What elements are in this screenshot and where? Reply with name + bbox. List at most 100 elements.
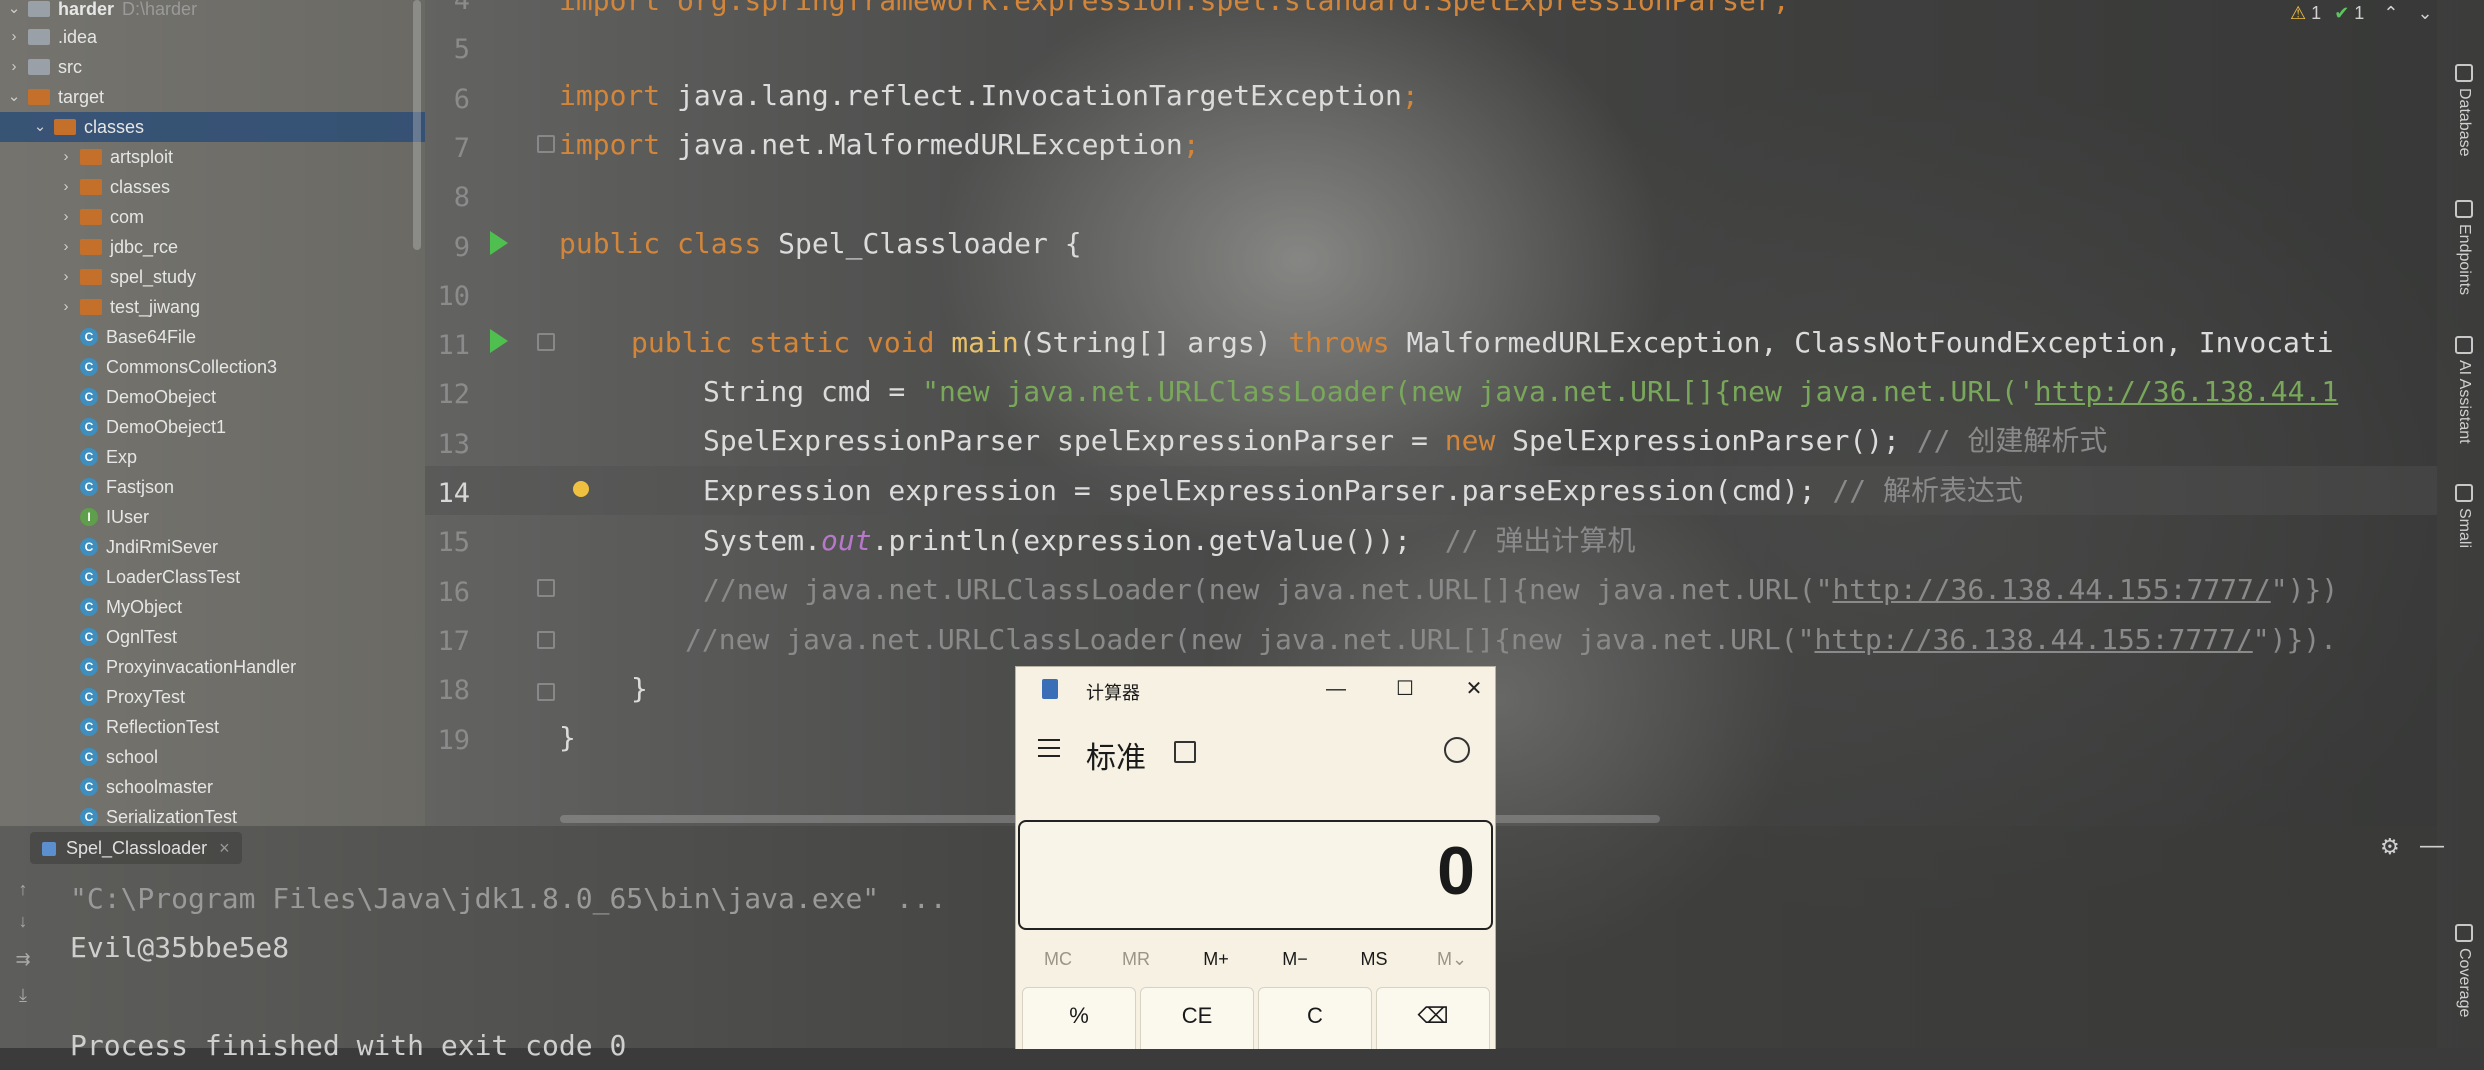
tree-item-label: ProxyTest <box>106 687 186 707</box>
tree-item[interactable]: Cschoolmaster <box>58 772 213 802</box>
inspection-status[interactable]: ⚠ 1 ✔ 1 ⌃ ⌄ <box>2290 0 2433 26</box>
line-number: 17 <box>437 625 470 657</box>
clear-button[interactable]: C <box>1258 987 1372 1049</box>
url-link[interactable]: http://36.138.44.155:7777/ <box>1814 623 2252 656</box>
tree-item[interactable]: › artsploit <box>58 142 174 172</box>
tree-item[interactable]: › classes <box>58 172 171 202</box>
tree-item[interactable]: ⌄ classes <box>0 112 425 142</box>
soft-wrap-icon[interactable]: ⇉ <box>14 950 32 968</box>
tree-item[interactable]: C DemoObeject1 <box>58 412 226 442</box>
comment: // 弹出计算机 <box>1411 524 1636 557</box>
chevron-down-icon[interactable]: ⌄ <box>6 82 22 112</box>
console-output[interactable]: "C:\Program Files\Java\jdk1.8.0_65\bin\j… <box>70 874 947 1070</box>
gear-icon[interactable]: ⚙ <box>2380 834 2400 860</box>
url-link[interactable]: http://36.138.44.1 <box>2035 375 2338 408</box>
tool-endpoints[interactable]: Endpoints <box>2455 200 2473 295</box>
tree-item[interactable]: C LoaderClassTest <box>58 562 240 592</box>
close-icon[interactable]: × <box>219 838 230 858</box>
tree-item[interactable]: C JndiRmiSever <box>58 532 218 562</box>
chevron-down-icon[interactable]: ⌄ <box>32 112 48 142</box>
memory-recall-button[interactable]: MR <box>1106 949 1166 970</box>
minimize-button[interactable]: — <box>1321 675 1351 703</box>
chevron-up-icon[interactable]: ⌃ <box>2383 3 2398 23</box>
close-button[interactable]: ✕ <box>1459 675 1489 703</box>
run-class-icon[interactable] <box>490 231 508 255</box>
keyword: throws <box>1288 326 1390 359</box>
memory-clear-button[interactable]: MC <box>1028 949 1088 970</box>
maximize-button[interactable]: ☐ <box>1390 675 1420 703</box>
lightbulb-icon[interactable] <box>573 481 589 497</box>
memory-add-button[interactable]: M+ <box>1186 949 1246 970</box>
tree-item[interactable]: C MyObject <box>58 592 182 622</box>
chevron-right-icon[interactable]: › <box>6 52 22 82</box>
chevron-down-icon[interactable]: ⌄ <box>2417 3 2432 23</box>
tool-database[interactable]: Database <box>2455 64 2473 157</box>
run-tab[interactable]: Spel_Classloader × <box>30 832 242 864</box>
line-number: 13 <box>437 428 470 460</box>
tree-item[interactable]: › src <box>6 52 83 82</box>
tree-item[interactable]: C ProxyinvacationHandler <box>58 652 296 682</box>
folder-icon <box>80 239 102 255</box>
tree-item-label: schoolmaster <box>106 777 214 797</box>
code-text: (String[] args) <box>1018 326 1289 359</box>
clear-entry-button[interactable]: CE <box>1140 987 1254 1049</box>
chevron-right-icon[interactable]: › <box>6 22 22 52</box>
fold-icon[interactable] <box>537 135 555 153</box>
tree-item[interactable]: › jdbc_rce <box>58 232 179 262</box>
run-main-icon[interactable] <box>490 329 508 353</box>
memory-list-button[interactable]: M⌄ <box>1422 949 1482 970</box>
chevron-right-icon[interactable]: › <box>58 262 74 292</box>
tree-scrollbar[interactable] <box>413 0 421 250</box>
tool-smali[interactable]: Smali <box>2455 484 2473 548</box>
tool-coverage[interactable]: Coverage <box>2455 924 2473 1017</box>
tree-item-label: ReflectionTest <box>106 717 220 737</box>
tree-item[interactable]: I IUser <box>58 502 149 532</box>
tool-ai-assistant[interactable]: AI Assistant <box>2455 336 2473 444</box>
tree-item[interactable]: C ProxyTest <box>58 682 185 712</box>
menu-icon[interactable] <box>1038 739 1060 763</box>
tree-root[interactable]: ⌄ harder D:\harder <box>6 0 197 24</box>
chevron-right-icon[interactable]: › <box>58 172 74 202</box>
fold-icon[interactable] <box>537 631 555 649</box>
memory-store-button[interactable]: MS <box>1344 949 1404 970</box>
line-number: 10 <box>437 280 470 312</box>
tree-item[interactable]: C CommonsCollection3 <box>58 352 277 382</box>
tree-item[interactable]: › .idea <box>6 22 98 52</box>
calculator-titlebar[interactable]: 计算器 — ☐ ✕ <box>1016 667 1495 711</box>
memory-subtract-button[interactable]: M− <box>1265 949 1325 970</box>
arrow-down-icon[interactable]: ↓ <box>14 912 32 930</box>
tree-item[interactable]: Cschool <box>58 742 158 772</box>
arrow-up-icon[interactable]: ↑ <box>14 880 32 898</box>
check-icon: ✔ <box>2334 3 2350 23</box>
scroll-to-end-icon[interactable]: ⤓ <box>14 986 32 1004</box>
run-toolbar: ↑ ↓ ⇉ ⤓ <box>0 870 44 1048</box>
chevron-right-icon[interactable]: › <box>58 232 74 262</box>
chevron-right-icon[interactable]: › <box>58 142 74 172</box>
backspace-button[interactable]: ⌫ <box>1376 987 1490 1049</box>
percent-button[interactable]: % <box>1022 987 1136 1049</box>
chevron-right-icon[interactable]: › <box>58 292 74 322</box>
fold-icon[interactable] <box>537 683 555 701</box>
tree-item[interactable]: C Fastjson <box>58 472 174 502</box>
class-icon: C <box>80 388 98 406</box>
tree-item[interactable]: C OgnlTest <box>58 622 177 652</box>
history-icon[interactable] <box>1444 737 1470 763</box>
keep-on-top-icon[interactable] <box>1174 741 1196 763</box>
tree-item[interactable]: C DemoObeject <box>58 382 216 412</box>
chevron-right-icon[interactable]: › <box>58 202 74 232</box>
tree-item[interactable]: › com <box>58 202 145 232</box>
tree-item[interactable]: › spel_study <box>58 262 197 292</box>
tree-item[interactable]: C Base64File <box>58 322 196 352</box>
code-text: SpelExpressionParser(); <box>1495 424 1900 457</box>
url-link[interactable]: http://36.138.44.155:7777/ <box>1832 573 2270 606</box>
minimize-icon[interactable]: — <box>2420 832 2444 860</box>
tree-item[interactable]: › test_jiwang <box>58 292 201 322</box>
tree-item[interactable]: C SerializationTest <box>58 802 237 826</box>
class-icon: C <box>80 448 98 466</box>
fold-icon[interactable] <box>537 333 555 351</box>
tree-item[interactable]: ⌄ target <box>6 82 104 112</box>
tree-item[interactable]: C Exp <box>58 442 137 472</box>
fold-icon[interactable] <box>537 579 555 597</box>
chevron-down-icon[interactable]: ⌄ <box>6 0 22 24</box>
tree-item[interactable]: C ReflectionTest <box>58 712 219 742</box>
